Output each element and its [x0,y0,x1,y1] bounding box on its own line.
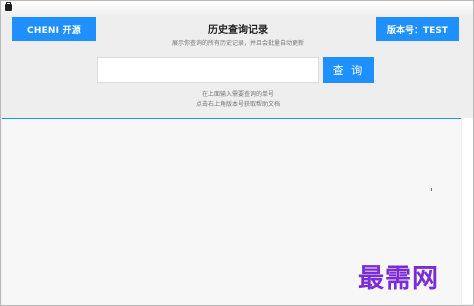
scrollbar-area[interactable] [462,118,473,304]
title-bar[interactable] [1,1,473,16]
page-subtitle: 展示你查询的所有历史记录，并且会批量自动更新 [171,40,304,47]
brand-button[interactable]: CHENI 开源 [12,17,96,41]
query-button[interactable]: 查 询 [323,57,374,83]
version-button[interactable]: 版本号：TEST [376,17,459,41]
hint-text-2: 点击右上角版本号获取帮助文档 [195,101,280,108]
header-panel: CHENI 开源 历史查询记录 展示你查询的所有历史记录，并且会批量自动更新 版… [1,16,473,118]
caret-mark [431,188,432,191]
search-input[interactable] [97,57,319,83]
watermark-logo: 最需网 [358,264,440,294]
app-icon [5,2,12,11]
page-title: 历史查询记录 [208,25,268,36]
hint-text-1: 在上面输入需要查询的单号 [201,91,274,98]
